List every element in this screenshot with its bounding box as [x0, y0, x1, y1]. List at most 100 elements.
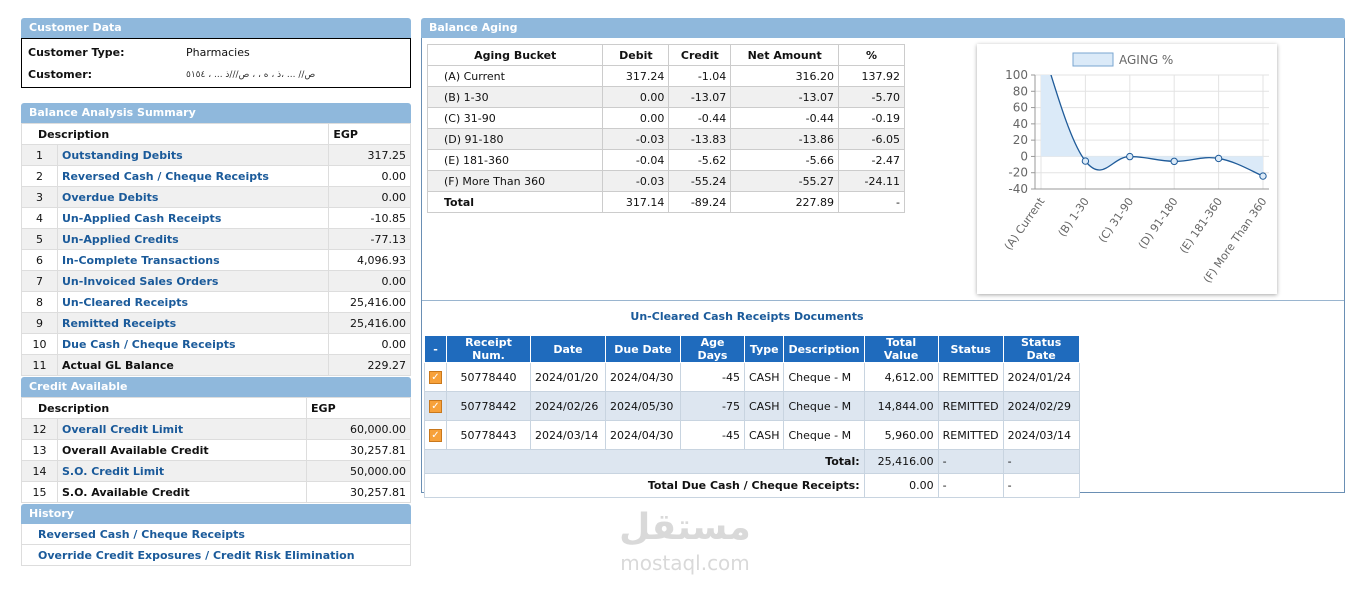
aging-value-cell: -0.44 — [668, 107, 732, 129]
receipts-total-due-row: Total Due Cash / Cheque Receipts: 0.00- - — [424, 473, 1080, 498]
aging-value-cell: -13.83 — [668, 128, 732, 150]
summary-row-label[interactable]: Un-Cleared Receipts — [56, 291, 330, 313]
customer-label: Customer: — [28, 68, 93, 81]
summary-row-number: 4 — [21, 207, 58, 229]
aging-value-cell: -0.03 — [602, 128, 670, 150]
aging-row: (D) 91-180 -0.03 -13.83 -13.86 -6.05 — [426, 128, 905, 150]
receipt-cell: 50778440 — [446, 362, 531, 392]
aging-bucket-cell: (D) 91-180 — [426, 128, 604, 150]
receipt-cell: -45 — [680, 420, 745, 450]
chart-x-tick-label: (B) 1-30 — [1056, 195, 1092, 239]
summary-row-label[interactable]: Remitted Receipts — [56, 312, 330, 334]
receipts-col-header: - — [424, 335, 447, 363]
receipt-cell: 2024/04/30 — [605, 362, 681, 392]
chart-point — [1170, 157, 1178, 166]
summary-row-number: 10 — [21, 333, 58, 355]
summary-row-number: 11 — [21, 354, 58, 376]
receipt-cell: Cheque - M — [783, 420, 865, 450]
checkbox-checked-icon[interactable]: ✓ — [429, 400, 442, 413]
aging-value-cell: -1.04 — [668, 65, 732, 87]
summary-row-label[interactable]: Reversed Cash / Cheque Receipts — [56, 165, 330, 187]
checkbox-checked-icon[interactable]: ✓ — [429, 371, 442, 384]
summary-row-number: 6 — [21, 249, 58, 271]
receipt-select-cell[interactable]: ✓ — [424, 391, 447, 421]
receipt-row: ✓ 50778442 2024/02/26 2024/05/30 -75 CASH Cheq… — [424, 391, 1080, 421]
aging-row: (B) 1-30 0.00 -13.07 -13.07 -5.70 — [426, 86, 905, 108]
summary-row-number: 2 — [21, 165, 58, 187]
summary-row-label[interactable]: In-Complete Transactions — [56, 249, 330, 271]
aging-value-cell: -13.07 — [730, 86, 840, 108]
chart-point — [1214, 154, 1223, 163]
summary-row: 7 Un-Invoiced Sales Orders 0.00 — [21, 270, 411, 292]
history-link-reversed-receipts[interactable]: Reversed Cash / Cheque Receipts — [21, 524, 411, 545]
watermark: مستقل mostaql.com — [590, 505, 780, 575]
receipts-total-row: Total: 25,416.00- - — [424, 449, 1080, 474]
summary-row-label: Actual GL Balance — [56, 354, 330, 376]
receipts-total-date: - — [1002, 449, 1080, 474]
summary-row-label[interactable]: Un-Applied Credits — [56, 228, 330, 250]
receipts-col-header: Type — [743, 335, 785, 363]
receipt-cell: 14,844.00 — [863, 391, 939, 421]
credit-col-currency: EGP — [306, 397, 411, 419]
aging-value-cell: -55.24 — [668, 170, 732, 192]
summary-row-label[interactable]: Un-Applied Cash Receipts — [56, 207, 330, 229]
receipts-col-header: Due Date — [605, 335, 681, 363]
summary-row-label[interactable]: Overdue Debits — [56, 186, 330, 208]
checkbox-checked-icon[interactable]: ✓ — [429, 429, 442, 442]
receipt-cell: 2024/01/24 — [1002, 362, 1080, 392]
summary-row-value: 0.00 — [328, 186, 411, 208]
receipt-cell: 4,612.00 — [863, 362, 939, 392]
chart-y-tick-label: 0 — [1020, 149, 1028, 163]
summary-row-number: 8 — [21, 291, 58, 313]
chart-x-tick-label: (D) 91-180 — [1136, 195, 1181, 251]
receipt-cell: 2024/03/14 — [1002, 420, 1080, 450]
customer-data-box: Customer Type: Pharmacies Customer: ص// … — [21, 38, 411, 88]
summary-row-value: 4,096.93 — [328, 249, 411, 271]
uncleared-title: Un-Cleared Cash Receipts Documents — [630, 310, 864, 323]
customer-row: Customer: ص// ... ،ذ ، ه ، ، ص///ذ ... ،… — [28, 64, 404, 86]
section-divider — [422, 300, 1344, 301]
summary-row-number: 1 — [21, 144, 58, 166]
summary-row-label[interactable]: Outstanding Debits — [56, 144, 330, 166]
aging-value-cell: -13.86 — [730, 128, 840, 150]
balance-aging-body: Aging Bucket Debit Credit Net Amount% (A) Cu… — [421, 38, 1345, 498]
receipt-cell: 2024/02/29 — [1002, 391, 1080, 421]
summary-row-label[interactable]: Due Cash / Cheque Receipts — [56, 333, 330, 355]
aging-col-header: Credit — [668, 44, 732, 66]
aging-row: (E) 181-360 -0.04 -5.62 -5.66 -2.47 — [426, 149, 905, 171]
credit-row-number: 15 — [21, 481, 58, 503]
receipt-cell: 2024/03/14 — [530, 420, 606, 450]
receipts-total-due-date: - — [1002, 473, 1080, 498]
balance-aging-panel: Balance Aging Aging Bucket Debit Credit Net… — [421, 18, 1345, 498]
receipt-cell: 50778443 — [446, 420, 531, 450]
credit-row: 14 S.O. Credit Limit 50,000.00 — [21, 460, 411, 482]
receipt-cell: 2024/01/20 — [530, 362, 606, 392]
receipt-row: ✓ 50778443 2024/03/14 2024/04/30 -45 CASH Cheq… — [424, 420, 1080, 450]
aging-col-header: Net Amount — [730, 44, 840, 66]
aging-value-cell: -5.62 — [668, 149, 732, 171]
receipt-select-cell[interactable]: ✓ — [424, 362, 447, 392]
aging-value-cell: -89.24 — [668, 191, 732, 213]
receipt-select-cell[interactable]: ✓ — [424, 420, 447, 450]
chart-point — [1126, 152, 1134, 161]
receipt-cell: REMITTED — [937, 362, 1004, 392]
credit-row-label[interactable]: Overall Credit Limit — [56, 418, 308, 440]
chart-x-tick-label: (C) 31-90 — [1096, 195, 1136, 245]
credit-row-value: 60,000.00 — [306, 418, 411, 440]
receipts-total-label: Total: — [424, 449, 865, 474]
history-panel: History Reversed Cash / Cheque Receipts … — [21, 504, 411, 566]
aging-bucket-cell: Total — [426, 191, 604, 213]
credit-row-label: Overall Available Credit — [56, 439, 308, 461]
chart-y-tick-label: 20 — [1013, 133, 1028, 147]
receipts-col-header: Status Date — [1002, 335, 1080, 363]
receipts-total-due-value: 0.00 — [863, 473, 939, 498]
chart-y-tick-label: -20 — [1008, 166, 1028, 180]
credit-row-label[interactable]: S.O. Credit Limit — [56, 460, 308, 482]
receipt-cell: 2024/02/26 — [530, 391, 606, 421]
summary-row: 6 In-Complete Transactions 4,096.93 — [21, 249, 411, 271]
credit-row: 13 Overall Available Credit 30,257.81 — [21, 439, 411, 461]
chart-legend-swatch — [1072, 52, 1114, 67]
history-link-override-credit[interactable]: Override Credit Exposures / Credit Risk … — [21, 545, 411, 566]
summary-row-label[interactable]: Un-Invoiced Sales Orders — [56, 270, 330, 292]
receipts-col-header: Date — [530, 335, 606, 363]
